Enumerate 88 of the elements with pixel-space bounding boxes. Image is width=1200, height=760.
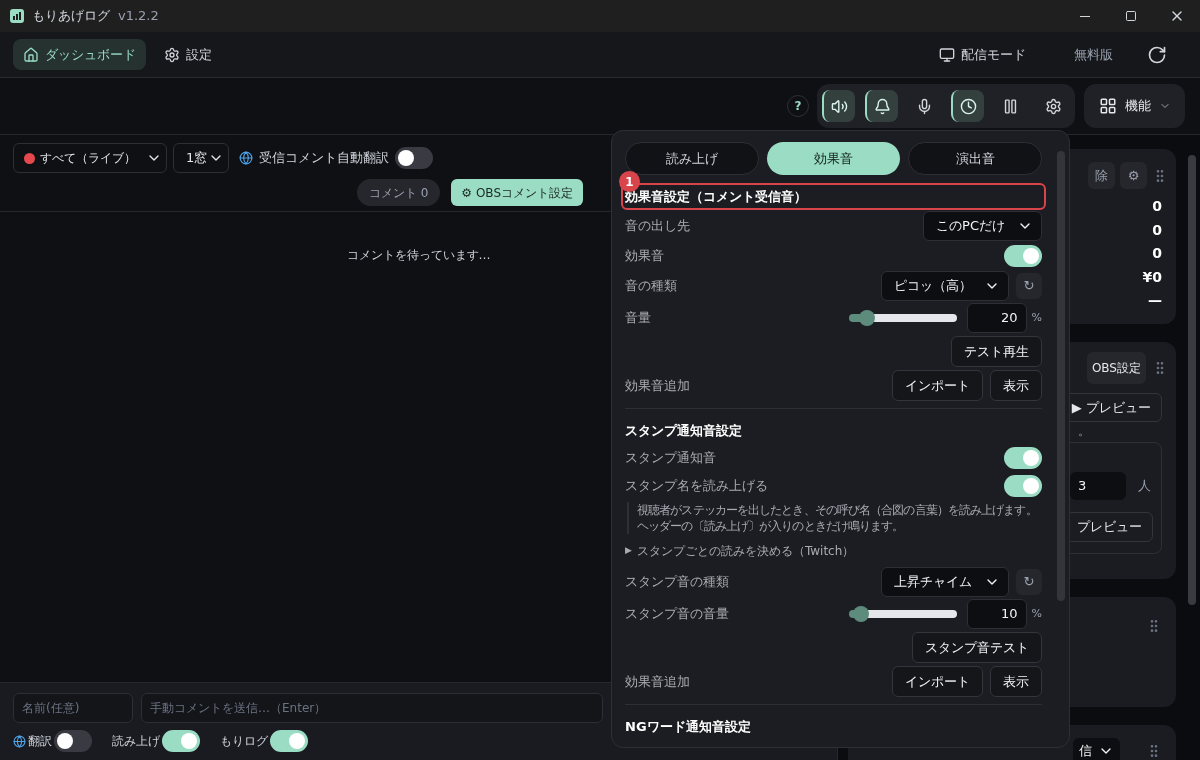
setting-label: 効果音追加 xyxy=(625,672,690,691)
comment-count: コメント 0 xyxy=(356,179,441,206)
nav-tab[interactable]: ダッシュボード xyxy=(13,39,146,70)
import-button[interactable]: インポート xyxy=(892,370,983,401)
delete-button[interactable]: 除 xyxy=(1088,162,1115,189)
volume-input[interactable]: 10 xyxy=(966,599,1027,629)
clock-icon[interactable] xyxy=(951,90,984,122)
setting-label: スタンプ名を読み上げる xyxy=(625,476,768,495)
stream-mode-button[interactable]: 配信モード xyxy=(939,44,1026,65)
mode-select[interactable]: 信 xyxy=(1073,738,1120,760)
scrollbar[interactable] xyxy=(1188,155,1196,605)
note-text: 視聴者がステッカーを出したとき、その呼び名（合図の言葉）を読み上げます。 xyxy=(637,502,1038,518)
disclosure-toggle[interactable]: ▶ スタンプごとの読みを決める（Twitch） xyxy=(625,537,1042,565)
stat-value: — xyxy=(1148,291,1162,310)
slider-thumb[interactable] xyxy=(858,310,875,326)
sound-select[interactable]: 上昇チャイム xyxy=(881,566,1009,597)
settings-button[interactable]: ⚙ xyxy=(1120,162,1147,189)
show-button[interactable]: 表示 xyxy=(990,370,1042,401)
setting-label: スタンプ音の種類 xyxy=(625,572,729,591)
reload-button[interactable]: ↻ xyxy=(1016,568,1042,595)
toggle-switch[interactable] xyxy=(54,730,92,752)
stat-value: 0 xyxy=(1152,220,1162,240)
note-text: ヘッダーの〔読み上げ〕が入りのときだけ鳴ります。 xyxy=(637,518,905,534)
toggle-switch[interactable] xyxy=(1004,474,1042,497)
app-logo-icon xyxy=(10,9,24,23)
window-title: もりあげログ xyxy=(32,7,110,26)
stat-value: ¥0 xyxy=(1142,267,1162,287)
translate-label: 受信コメント自動翻訳 xyxy=(259,149,389,168)
features-button[interactable]: 機能 xyxy=(1084,84,1185,128)
sound-tab[interactable]: 読み上げ xyxy=(625,142,759,175)
minimize-icon xyxy=(1080,15,1090,17)
volume-input[interactable]: 20 xyxy=(966,303,1027,333)
source-select[interactable]: すべて（ライブ） xyxy=(13,143,167,173)
toggle-label: 翻訳 xyxy=(28,733,52,750)
disclosure-marker: ▶ xyxy=(625,544,632,558)
sound-select[interactable]: ピコッ（高） xyxy=(881,270,1009,301)
reload-button[interactable]: ↻ xyxy=(1016,272,1042,299)
globe-icon xyxy=(239,151,253,165)
plan-label: 無料版 xyxy=(1074,45,1113,64)
speaker-icon[interactable] xyxy=(822,90,855,122)
setting-label: スタンプ通知音 xyxy=(625,448,716,467)
monitor-icon xyxy=(939,46,955,63)
empty-message: コメントを待っています… xyxy=(346,248,491,262)
setting-label: 音の出し先 xyxy=(625,216,690,235)
obs-comment-settings-button[interactable]: ⚙ OBSコメント設定 xyxy=(451,179,583,206)
unit-label: % xyxy=(1031,605,1042,622)
sound-tab[interactable]: 効果音 xyxy=(766,142,901,175)
test-button[interactable]: テスト再生 xyxy=(951,336,1042,367)
setting-label: 効果音 xyxy=(625,246,664,265)
slider-thumb[interactable] xyxy=(853,606,870,622)
import-button[interactable]: インポート xyxy=(892,666,983,697)
nav-tab[interactable]: 設定 xyxy=(154,39,222,70)
gear-icon xyxy=(164,46,180,63)
obs-settings-button[interactable]: OBS設定 xyxy=(1086,352,1146,384)
section-heading: NGワード通知音設定 xyxy=(625,717,752,736)
stat-value: 0 xyxy=(1152,197,1162,216)
toggle-switch[interactable] xyxy=(1004,244,1042,267)
unit-label: 人 xyxy=(1138,477,1151,496)
toggle-label: もりログ xyxy=(220,733,268,750)
toggle-label: 読み上げ xyxy=(112,733,160,750)
setting-label: 音の種類 xyxy=(625,276,677,295)
show-button[interactable]: 表示 xyxy=(990,666,1042,697)
version-label: v1.2.2 xyxy=(118,7,159,26)
test-button[interactable]: スタンプ音テスト xyxy=(912,632,1042,663)
setting-label: 音量 xyxy=(625,309,651,328)
sound-tab[interactable]: 演出音 xyxy=(908,142,1042,175)
popover-scrollbar[interactable] xyxy=(1057,151,1065,601)
name-input[interactable]: 名前(任意) xyxy=(13,693,133,723)
window-count-select[interactable]: 1窓 xyxy=(173,143,229,173)
toggle-switch[interactable] xyxy=(395,147,433,169)
unit-label: % xyxy=(1031,309,1042,326)
globe-icon xyxy=(13,734,26,748)
toggle-switch[interactable] xyxy=(1004,446,1042,469)
setting-label: 効果音追加 xyxy=(625,376,690,395)
refresh-icon xyxy=(1147,44,1167,65)
stat-value: 0 xyxy=(1152,244,1162,263)
count-input[interactable]: 3 xyxy=(1070,472,1126,500)
section-heading: スタンプ通知音設定 xyxy=(625,421,743,440)
caption-text: 。 xyxy=(1078,423,1090,440)
comment-input[interactable]: 手動コメントを送信…（Enter） xyxy=(141,693,603,723)
maximize-icon xyxy=(1125,10,1137,22)
grid-icon xyxy=(1098,97,1117,115)
bell-icon[interactable] xyxy=(865,90,898,122)
setting-label: スタンプ音の音量 xyxy=(625,605,729,624)
sound-select[interactable]: このPCだけ xyxy=(923,210,1042,241)
home-icon xyxy=(23,46,39,63)
toggle-switch[interactable] xyxy=(270,730,308,752)
toggle-switch[interactable] xyxy=(162,730,200,752)
